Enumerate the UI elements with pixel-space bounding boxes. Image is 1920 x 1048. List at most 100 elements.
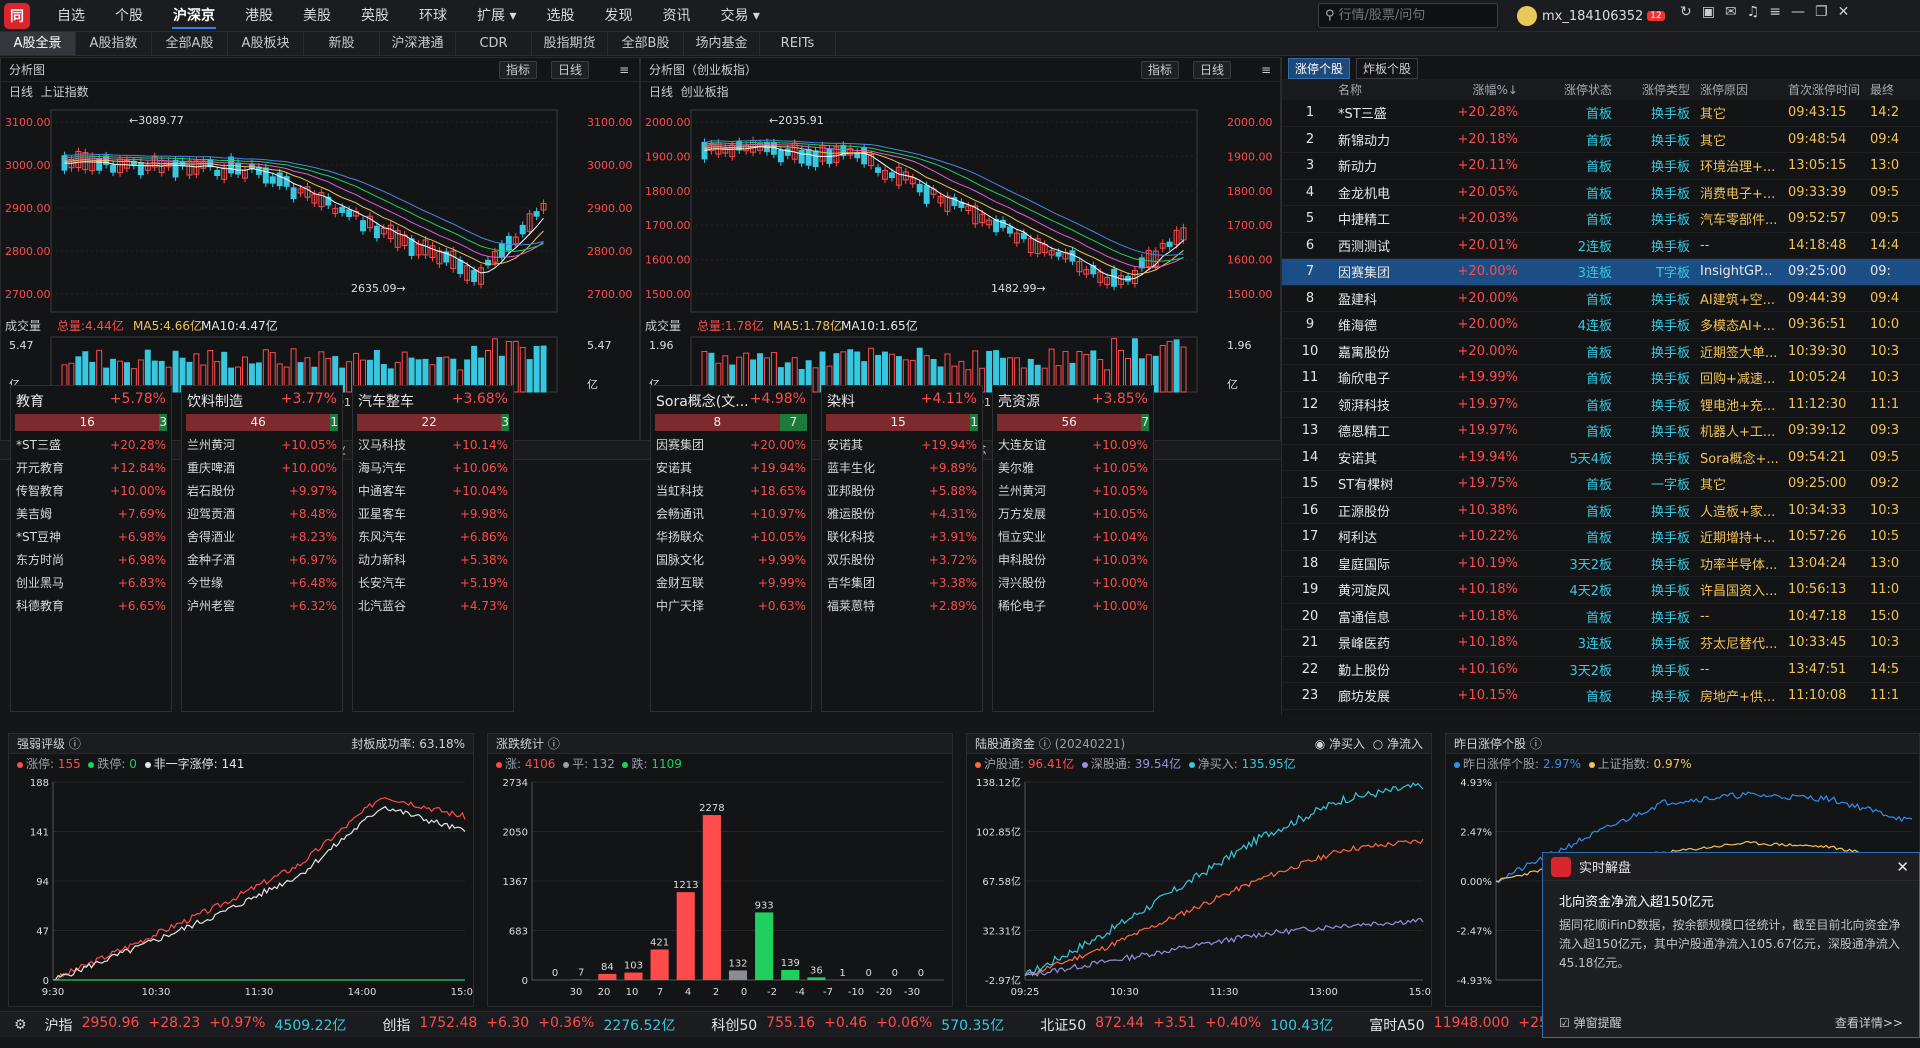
stock-row[interactable]: 美尔雅 +10.05% (993, 457, 1153, 480)
maximize-icon[interactable]: ❐ (1815, 4, 1828, 20)
subtab[interactable]: 股指期货 (532, 32, 608, 55)
table-row[interactable]: 2 新锦动力 +20.18% 首板 换手板 其它 09:48:54 09:4 (1282, 127, 1920, 153)
settings-icon[interactable]: ⚙ (14, 1017, 27, 1033)
info-icon[interactable]: ⓘ (1039, 737, 1051, 751)
sector-card[interactable]: 教育 +5.78% 16 3 *ST三盛 +20.28% 开元教育 +12.84% 传智教育 +1… (10, 385, 172, 712)
menu-icon[interactable]: ≡ (1769, 4, 1781, 20)
table-row[interactable]: 15 ST有棵树 +19.75% 首板 一字板 其它 09:25:00 09:2 (1282, 471, 1920, 498)
limit-tab[interactable]: 涨停个股 (1288, 57, 1351, 79)
stock-row[interactable]: 安诺其 +19.94% (822, 434, 982, 457)
stock-row[interactable]: 兰州黄河 +10.05% (993, 480, 1153, 503)
subtab[interactable]: 新股 (304, 32, 380, 55)
stock-row[interactable]: 浔兴股份 +10.00% (993, 572, 1153, 595)
stock-row[interactable]: 蓝丰生化 +9.89% (822, 457, 982, 480)
indicator-button[interactable]: 指标 (499, 61, 538, 79)
details-link[interactable]: 查看详情>> (1835, 1014, 1903, 1031)
table-row[interactable]: 9 维海德 +20.00% 4连板 换手板 多模态AI+... 09:36:51 10:0 (1282, 312, 1920, 339)
ticker-item[interactable]: 科创50 755.16 +0.46 +0.06% 570.35亿 (711, 1015, 1004, 1035)
radio-net-inflow[interactable]: ○ 净流入 (1373, 737, 1423, 751)
updown-bar-chart[interactable]: 27342050136768300 784 10342112132278132933… (488, 774, 952, 1006)
subtab[interactable]: REITs (760, 32, 836, 55)
close-icon[interactable]: ✕ (1838, 4, 1850, 20)
stock-row[interactable]: 动力新科 +5.38% (353, 549, 513, 572)
subtab[interactable]: A股全景 (0, 32, 76, 55)
stock-row[interactable]: 申科股份 +10.03% (993, 549, 1153, 572)
stock-row[interactable]: 因赛集团 +20.00% (651, 434, 811, 457)
stock-row[interactable]: 海马汽车 +10.06% (353, 457, 513, 480)
period-dropdown[interactable]: 日线 (1193, 61, 1232, 79)
info-icon[interactable]: ⓘ (548, 737, 560, 751)
table-row[interactable]: 17 柯利达 +10.22% 首板 换手板 近期增持+... 10:57:26 10:5 (1282, 524, 1920, 551)
search-input[interactable] (1338, 8, 1489, 23)
sector-name[interactable]: Sora概念(文... (656, 391, 749, 411)
stock-row[interactable]: 恒立实业 +10.04% (993, 526, 1153, 549)
minimize-icon[interactable]: — (1791, 4, 1805, 20)
stock-row[interactable]: 雅运股份 +4.31% (822, 503, 982, 526)
stock-row[interactable]: 联化科技 +3.91% (822, 526, 982, 549)
sector-name[interactable]: 教育 (16, 391, 44, 411)
stock-row[interactable]: 长安汽车 +5.19% (353, 572, 513, 595)
stock-row[interactable]: 重庆啤酒 +10.00% (182, 457, 342, 480)
table-row[interactable]: 8 盈建科 +20.00% 首板 换手板 AI建筑+空... 09:44:39 09:4 (1282, 286, 1920, 312)
column-header[interactable]: 涨幅%↓ (1428, 81, 1518, 98)
column-header[interactable]: 涨停原因 (1690, 81, 1782, 98)
avatar[interactable] (1517, 6, 1537, 26)
column-header[interactable]: 名称 (1338, 81, 1428, 98)
nav-item[interactable]: 资讯 (647, 0, 705, 32)
table-row[interactable]: 7 因赛集团 +20.00% 3连板 T字板 InsightGP... 09:25:00 09… (1282, 259, 1920, 286)
subtab[interactable]: A股板块 (228, 32, 304, 55)
stock-row[interactable]: 亚星客车 +9.98% (353, 503, 513, 526)
sector-card[interactable]: 壳资源 +3.85% 56 7 大连友谊 +10.09% 美尔雅 +10.05% 兰州黄河 +10… (992, 385, 1154, 712)
table-row[interactable]: 21 景峰医药 +10.18% 3连板 换手板 芬太尼替代... 10:33:45 10:3 (1282, 630, 1920, 657)
stock-row[interactable]: 吉华集团 +3.38% (822, 572, 982, 595)
sector-card[interactable]: 饮料制造 +3.77% 46 1 兰州黄河 +10.05% 重庆啤酒 +10.00% 岩石股份 +… (181, 385, 343, 712)
subtab[interactable]: 全部B股 (608, 32, 684, 55)
nav-item[interactable]: 自选 (42, 0, 100, 32)
mail-icon[interactable]: ✉ (1725, 4, 1737, 20)
stock-row[interactable]: 泸州老窖 +6.32% (182, 595, 342, 618)
northbound-chart[interactable]: 138.12亿 102.85亿 67.58亿 32.31亿 -2.97亿09:25 10:… (967, 774, 1437, 1006)
ticker-item[interactable]: 沪指 2950.96 +28.23 +0.97% 4509.22亿 (45, 1015, 347, 1035)
nav-item[interactable]: 沪深京 (158, 0, 230, 32)
nav-item[interactable]: 扩展 ▾ (462, 0, 531, 32)
menu-icon[interactable]: ≡ (619, 63, 629, 77)
sector-name[interactable]: 汽车整车 (358, 391, 414, 411)
table-row[interactable]: 1 *ST三盛 +20.28% 首板 换手板 其它 09:43:15 14:2 (1282, 100, 1920, 127)
sector-name[interactable]: 染料 (827, 391, 855, 411)
stock-row[interactable]: 传智教育 +10.00% (11, 480, 171, 503)
indicator-button[interactable]: 指标 (1141, 61, 1180, 79)
refresh-icon[interactable]: ↻ (1680, 4, 1692, 20)
stock-row[interactable]: 岩石股份 +9.97% (182, 480, 342, 503)
stock-row[interactable]: 迎驾贡酒 +8.48% (182, 503, 342, 526)
table-row[interactable]: 3 新动力 +20.11% 首板 换手板 环境治理+... 13:05:15 13:0 (1282, 153, 1920, 180)
stock-row[interactable]: 金种子酒 +6.97% (182, 549, 342, 572)
subtab[interactable]: A股指数 (76, 32, 152, 55)
stock-row[interactable]: 中通客车 +10.04% (353, 480, 513, 503)
nav-item[interactable]: 个股 (100, 0, 158, 32)
nav-item[interactable]: 环球 (404, 0, 462, 32)
table-row[interactable]: 22 勤上股份 +10.16% 3天2板 换手板 -- 13:47:51 14:5 (1282, 657, 1920, 683)
stock-row[interactable]: 舍得酒业 +8.23% (182, 526, 342, 549)
user-area[interactable]: mx_184106352 12 (1517, 4, 1665, 28)
nav-item[interactable]: 美股 (288, 0, 346, 32)
shirt-icon[interactable]: ▣ (1702, 4, 1715, 20)
stock-row[interactable]: 汉马科技 +10.14% (353, 434, 513, 457)
table-row[interactable]: 10 嘉寓股份 +20.00% 首板 换手板 近期签大单... 10:39:30 10:3 (1282, 339, 1920, 365)
table-row[interactable]: 14 安诺其 +19.94% 5天4板 换手板 Sora概念+... 09:54:21 09:… (1282, 445, 1920, 471)
sector-card[interactable]: Sora概念(文... +4.98% 8 7 因赛集团 +20.00% 安诺其 +19.94%… (650, 385, 812, 712)
menu-icon[interactable]: ≡ (1261, 63, 1271, 77)
nav-item[interactable]: 发现 (589, 0, 647, 32)
stock-row[interactable]: *ST三盛 +20.28% (11, 434, 171, 457)
radio-net-buy[interactable]: ◉ 净买入 (1315, 737, 1365, 751)
table-row[interactable]: 11 瑜欣电子 +19.99% 首板 换手板 回购+减速... 10:05:24 10:3 (1282, 365, 1920, 392)
column-header[interactable]: 涨停状态 (1518, 81, 1612, 98)
stock-row[interactable]: 稀伦电子 +10.00% (993, 595, 1153, 618)
stock-row[interactable]: 科德教育 +6.65% (11, 595, 171, 618)
subtab[interactable]: 全部A股 (152, 32, 228, 55)
table-row[interactable]: 19 黄河旋风 +10.18% 4天2板 换手板 许昌国资入... 10:56:13 11:0 (1282, 577, 1920, 604)
column-header[interactable]: 首次涨停时间 (1782, 81, 1870, 98)
stock-row[interactable]: 今世缘 +6.48% (182, 572, 342, 595)
nav-item[interactable]: 英股 (346, 0, 404, 32)
app-logo-icon[interactable]: 同 (4, 2, 30, 29)
table-row[interactable]: 4 金龙机电 +20.05% 首板 换手板 消费电子+... 09:33:39 09:5 (1282, 180, 1920, 206)
